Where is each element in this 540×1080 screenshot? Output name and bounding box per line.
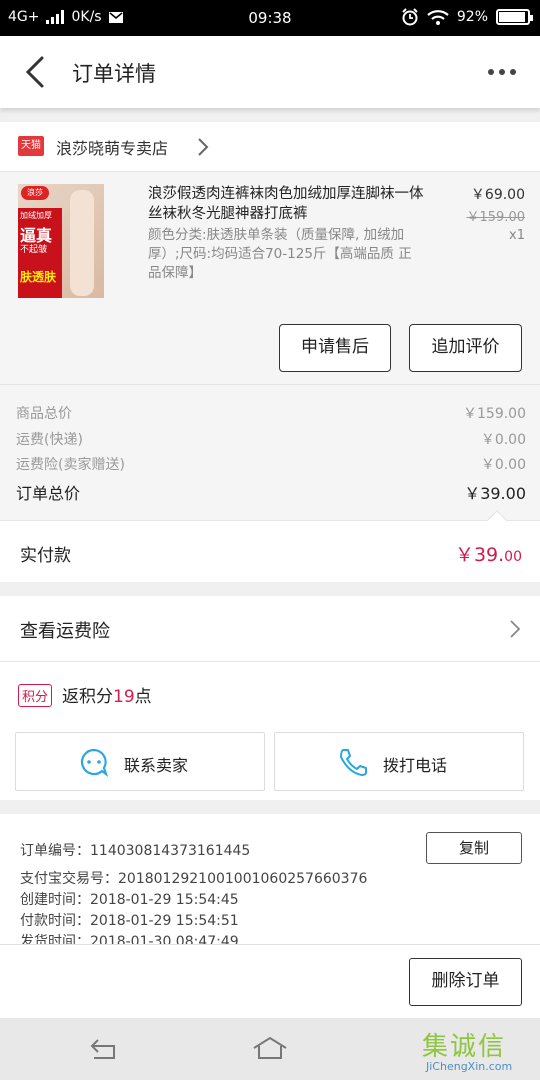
product-image-leg	[70, 190, 94, 296]
order-total-label: 订单总价	[16, 484, 81, 503]
status-bar: 4G+ 0K/s 09:38 92%	[0, 0, 540, 36]
shipping-row: 运费(快递) ￥0.00	[16, 429, 526, 449]
call-phone-button[interactable]: 拨打电话	[274, 732, 524, 791]
copy-button[interactable]: 复制	[426, 832, 522, 864]
contact-row: 联系卖家 拨打电话	[0, 724, 540, 800]
call-phone-label: 拨打电话	[383, 756, 448, 775]
paid-label: 实付款	[20, 546, 71, 566]
more-dots-icon	[488, 69, 516, 75]
status-right: 92%	[401, 8, 533, 26]
insurance-row: 运费险(卖家赠送) ￥0.00	[16, 454, 526, 474]
battery-icon	[496, 9, 533, 25]
goods-total-label: 商品总价	[16, 406, 72, 422]
shop-name[interactable]: 浪莎晓萌专卖店	[56, 135, 168, 159]
price-summary: 商品总价 ￥159.00 运费(快递) ￥0.00 运费险(卖家赠送) ￥0.0…	[0, 384, 540, 520]
wifi-icon	[427, 10, 449, 25]
product-image-brand: 浪莎	[21, 186, 49, 200]
system-back-icon[interactable]	[88, 1036, 120, 1062]
chevron-right-icon	[198, 138, 209, 156]
add-review-button[interactable]: 追加评价	[409, 324, 522, 372]
alipay-number: 支付宝交易号：2018012921001001060257660376	[20, 871, 368, 887]
chat-bubble-icon	[80, 748, 109, 777]
bottom-action-bar: 删除订单	[0, 944, 540, 1018]
chevron-right-icon	[510, 620, 521, 638]
page-title: 订单详情	[72, 62, 156, 86]
view-insurance-row[interactable]: 查看运费险	[0, 596, 540, 662]
chevron-left-icon	[25, 56, 44, 88]
watermark-main: 集诚信	[422, 1032, 507, 1062]
goods-total-row: 商品总价 ￥159.00	[16, 403, 526, 423]
after-sale-button[interactable]: 申请售后	[279, 324, 391, 372]
watermark: 集诚信 JiChengXin.com	[422, 1026, 540, 1078]
points-suffix: 点	[134, 687, 152, 707]
product-image-line1: 加绒加厚	[20, 211, 52, 220]
order-info: 订单编号：114030814373161445 复制 支付宝交易号：201801…	[0, 814, 540, 944]
shipped-time: 发货时间：2018-01-30 08:47:49	[20, 934, 239, 944]
shipping-value: ￥0.00	[480, 432, 526, 448]
back-button[interactable]	[20, 54, 52, 90]
points-text: 返积分19点	[62, 682, 152, 707]
battery-percent: 92%	[456, 9, 488, 25]
order-total-value: ￥39.00	[464, 484, 526, 503]
product-price: ￥69.00	[470, 187, 525, 203]
paid-row: 实付款 ￥39.00	[0, 510, 540, 582]
view-insurance-label: 查看运费险	[20, 621, 110, 642]
product-image-line3: 不起皱	[20, 245, 48, 255]
contact-seller-button[interactable]: 联系卖家	[15, 732, 265, 791]
paid-value-cents: 00	[504, 549, 522, 565]
delete-order-button[interactable]: 删除订单	[409, 958, 522, 1006]
goods-total-value: ￥159.00	[463, 406, 526, 422]
points-count: 19	[113, 687, 135, 707]
watermark-sub: JiChengXin.com	[426, 1060, 513, 1073]
product-original-price: ￥159.00	[466, 210, 526, 225]
insurance-value: ￥0.00	[480, 457, 526, 473]
product-spec: 颜色分类:肤透肤单条装（质量保障, 加绒加厚）;尺码:均码适合70-125斤【高…	[148, 227, 412, 281]
product-image-line4: 肤透肤	[20, 270, 57, 284]
created-time: 创建时间：2018-01-29 15:54:45	[20, 892, 239, 908]
insurance-label: 运费险(卖家赠送)	[16, 457, 125, 473]
nav-bar: 订单详情	[0, 36, 540, 108]
battery-fill	[499, 12, 525, 22]
paid-time: 付款时间：2018-01-29 15:54:51	[20, 913, 239, 929]
product-image[interactable]: 浪莎 加绒加厚 逼真 不起皱 肤透肤	[18, 184, 104, 298]
points-row: 积分 返积分19点	[0, 662, 540, 724]
system-home-icon[interactable]	[252, 1036, 288, 1062]
product-quantity: x1	[509, 228, 525, 243]
more-button[interactable]	[486, 60, 518, 84]
product-title[interactable]: 浪莎假透肉连裤袜肉色加绒加厚连脚袜一体丝袜秋冬光腿神器打底裤	[148, 184, 434, 224]
order-total-row: 订单总价 ￥39.00	[16, 480, 526, 504]
product-card[interactable]: 浪莎 加绒加厚 逼真 不起皱 肤透肤 浪莎假透肉连裤袜肉色加绒加厚连脚袜一体丝袜…	[0, 172, 540, 384]
points-badge: 积分	[18, 684, 53, 707]
alarm-icon	[402, 8, 418, 26]
points-prefix: 返积分	[62, 687, 113, 707]
contact-seller-label: 联系卖家	[124, 756, 189, 775]
tmall-badge: 天猫	[18, 136, 44, 156]
system-nav-bar: 集诚信 JiChengXin.com	[0, 1018, 540, 1080]
shop-row[interactable]: 天猫 浪莎晓萌专卖店	[0, 122, 540, 172]
paid-value-main: ￥39.	[454, 544, 505, 566]
phone-icon	[340, 749, 367, 776]
shipping-label: 运费(快递)	[16, 432, 83, 448]
paid-value: ￥39.00	[455, 540, 522, 567]
order-number: 订单编号：114030814373161445	[20, 843, 251, 859]
